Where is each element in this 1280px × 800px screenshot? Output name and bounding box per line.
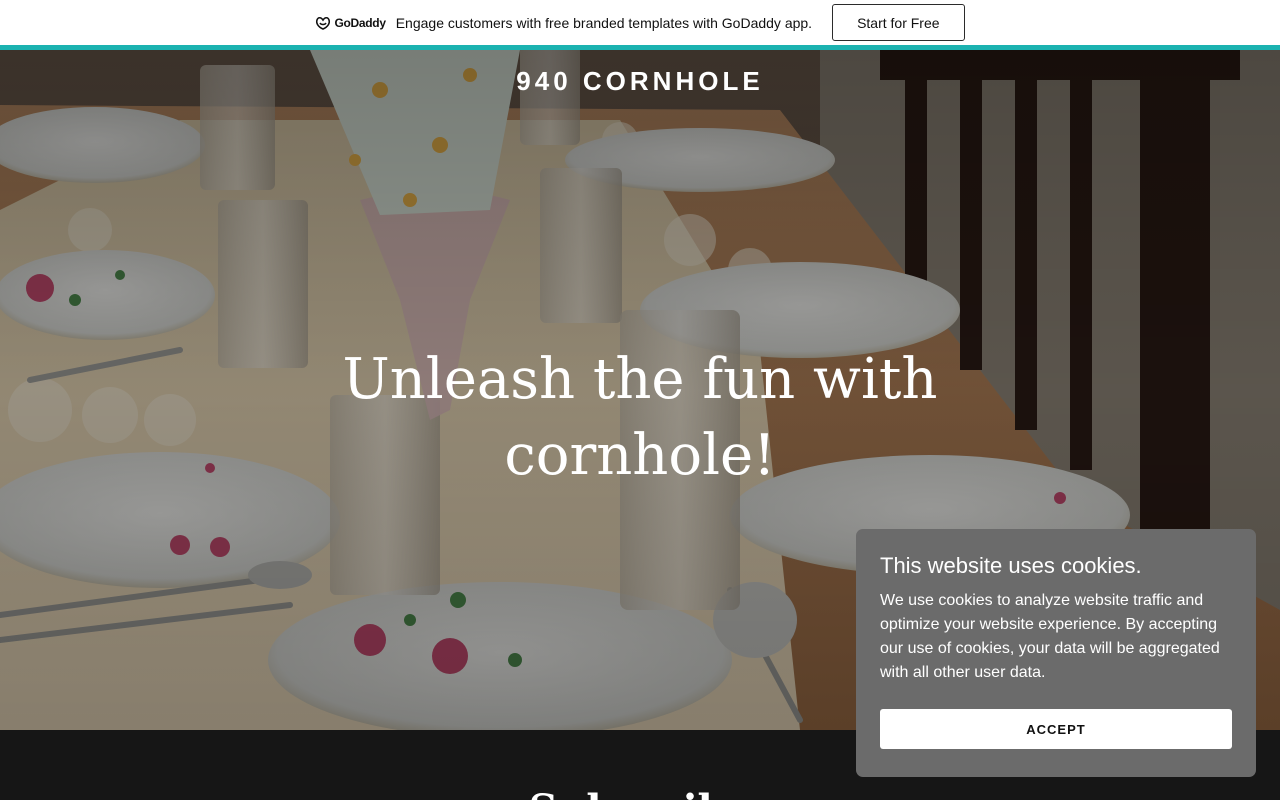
cookie-body: We use cookies to analyze website traffi… <box>880 592 1220 681</box>
accept-cookies-button[interactable]: ACCEPT <box>880 709 1232 749</box>
start-for-free-button[interactable]: Start for Free <box>832 4 965 41</box>
godaddy-logo[interactable]: GoDaddy <box>315 15 386 30</box>
promo-bar: GoDaddy Engage customers with free brand… <box>0 0 1280 45</box>
hero-headline: Unleash the fun with cornhole! <box>342 347 938 488</box>
godaddy-icon <box>316 16 331 30</box>
cookie-title: This website uses cookies. <box>880 553 1142 578</box>
subscribe-heading: Subscribe <box>0 786 1280 800</box>
site-title[interactable]: 940 CORNHOLE <box>0 66 1280 97</box>
cookie-banner: This website uses cookies. We use cookie… <box>856 529 1256 777</box>
logo-text: GoDaddy <box>334 15 386 30</box>
promo-message: Engage customers with free branded templ… <box>395 14 813 31</box>
